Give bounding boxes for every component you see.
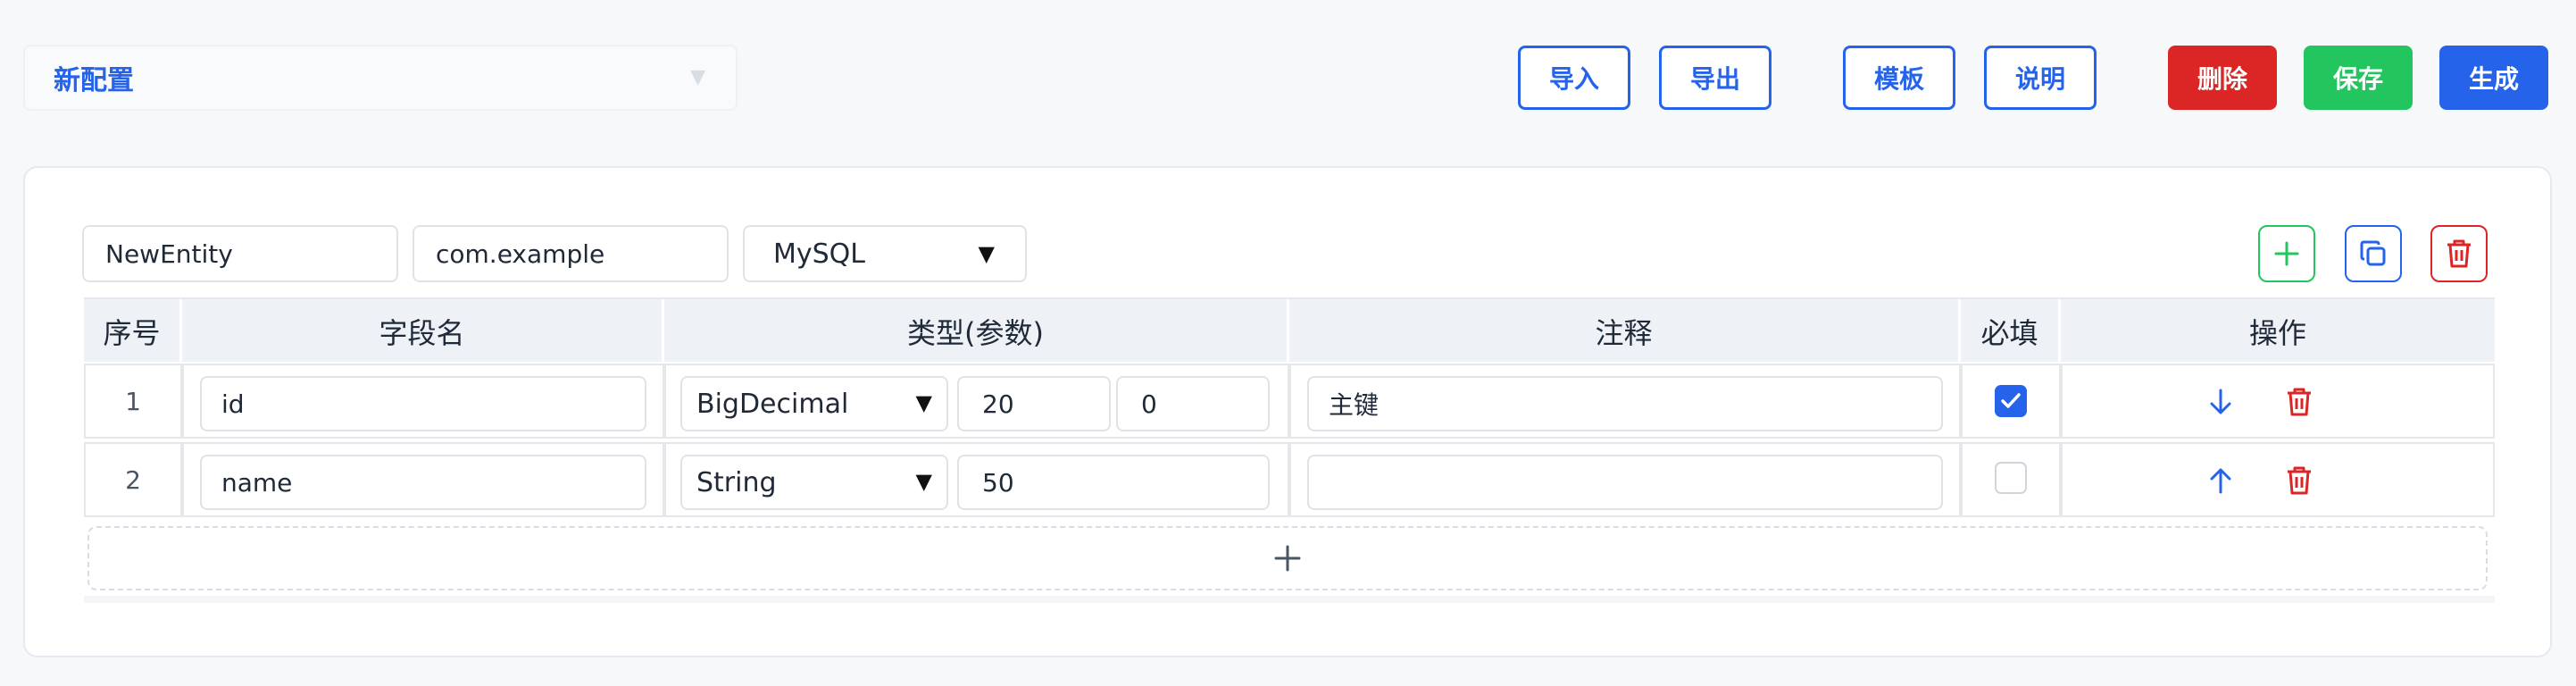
move-down-button[interactable]: [2198, 380, 2243, 424]
type-cell: BigDecimal ▼ 20 0: [664, 364, 1289, 439]
comment-input[interactable]: 主键: [1307, 376, 1943, 431]
check-icon: [2001, 393, 2021, 408]
help-button[interactable]: 说明: [1984, 46, 2097, 110]
delete-row-button[interactable]: [2277, 380, 2322, 424]
table-row: 2 name String ▼ 50: [84, 442, 2495, 517]
move-up-button[interactable]: [2198, 458, 2243, 503]
generate-button[interactable]: 生成: [2439, 46, 2548, 110]
add-field-button[interactable]: [2258, 225, 2315, 282]
type-select[interactable]: BigDecimal ▼: [680, 376, 948, 431]
add-row-button[interactable]: [88, 526, 2488, 590]
field-name-cell: id: [182, 364, 664, 439]
trash-icon: [2288, 466, 2311, 495]
comment-input[interactable]: [1307, 455, 1943, 510]
chevron-down-icon: ▼: [915, 390, 932, 415]
required-cell: [1961, 364, 2061, 439]
header-field-name: 字段名: [182, 299, 664, 364]
plus-icon: [2274, 241, 2299, 266]
type-value: BigDecimal: [696, 388, 849, 420]
database-value: MySQL: [773, 238, 866, 270]
config-name: 新配置: [54, 65, 134, 96]
table-row: 1 id BigDecimal ▼ 20 0 主键: [84, 364, 2495, 439]
field-name-cell: name: [182, 442, 664, 517]
template-button[interactable]: 模板: [1843, 46, 1955, 110]
config-select[interactable]: 新配置 ▼: [23, 45, 738, 111]
database-select[interactable]: MySQL ▼: [743, 225, 1027, 282]
table-header: 序号 字段名 类型(参数) 注释 必填 操作: [84, 297, 2495, 364]
type-param-length[interactable]: 20: [957, 376, 1111, 431]
chevron-down-icon: ▼: [915, 469, 932, 494]
delete-entity-button[interactable]: [2430, 225, 2488, 282]
row-index: 2: [84, 442, 182, 517]
delete-row-button[interactable]: [2277, 458, 2322, 503]
export-button[interactable]: 导出: [1659, 46, 1772, 110]
header-actions: 操作: [2248, 316, 2306, 350]
plus-icon: [1274, 545, 1301, 572]
chevron-down-icon: ▼: [978, 241, 995, 266]
type-param-scale[interactable]: 0: [1116, 376, 1270, 431]
arrow-down-icon: [2210, 389, 2231, 414]
copy-icon: [2360, 240, 2386, 266]
package-input[interactable]: com.example: [413, 225, 729, 282]
table-footer: [84, 596, 2495, 603]
type-param-length[interactable]: 50: [957, 455, 1270, 510]
required-cell: [1961, 442, 2061, 517]
delete-config-button[interactable]: 删除: [2168, 46, 2277, 110]
header-index: 序号: [84, 299, 182, 364]
entity-name-input[interactable]: NewEntity: [82, 225, 398, 282]
type-cell: String ▼ 50: [664, 442, 1289, 517]
required-checkbox[interactable]: [1995, 385, 2027, 417]
save-button[interactable]: 保存: [2304, 46, 2413, 110]
comment-cell: 主键: [1289, 364, 1961, 439]
header-type: 类型(参数): [664, 299, 1289, 364]
import-button[interactable]: 导入: [1518, 46, 1630, 110]
comment-cell: [1289, 442, 1961, 517]
copy-entity-button[interactable]: [2345, 225, 2402, 282]
header-required: 必填: [1961, 299, 2061, 364]
actions-cell: [2061, 442, 2495, 517]
row-index: 1: [84, 364, 182, 439]
field-name-input[interactable]: name: [200, 455, 646, 510]
trash-icon: [2288, 388, 2311, 416]
type-select[interactable]: String ▼: [680, 455, 948, 510]
chevron-down-icon: ▼: [690, 66, 705, 88]
actions-cell: [2061, 364, 2495, 439]
type-value: String: [696, 466, 777, 498]
trash-icon: [2447, 239, 2471, 268]
arrow-up-icon: [2210, 468, 2231, 494]
header-comment: 注释: [1289, 299, 1961, 364]
field-name-input[interactable]: id: [200, 376, 646, 431]
required-checkbox[interactable]: [1995, 462, 2027, 494]
